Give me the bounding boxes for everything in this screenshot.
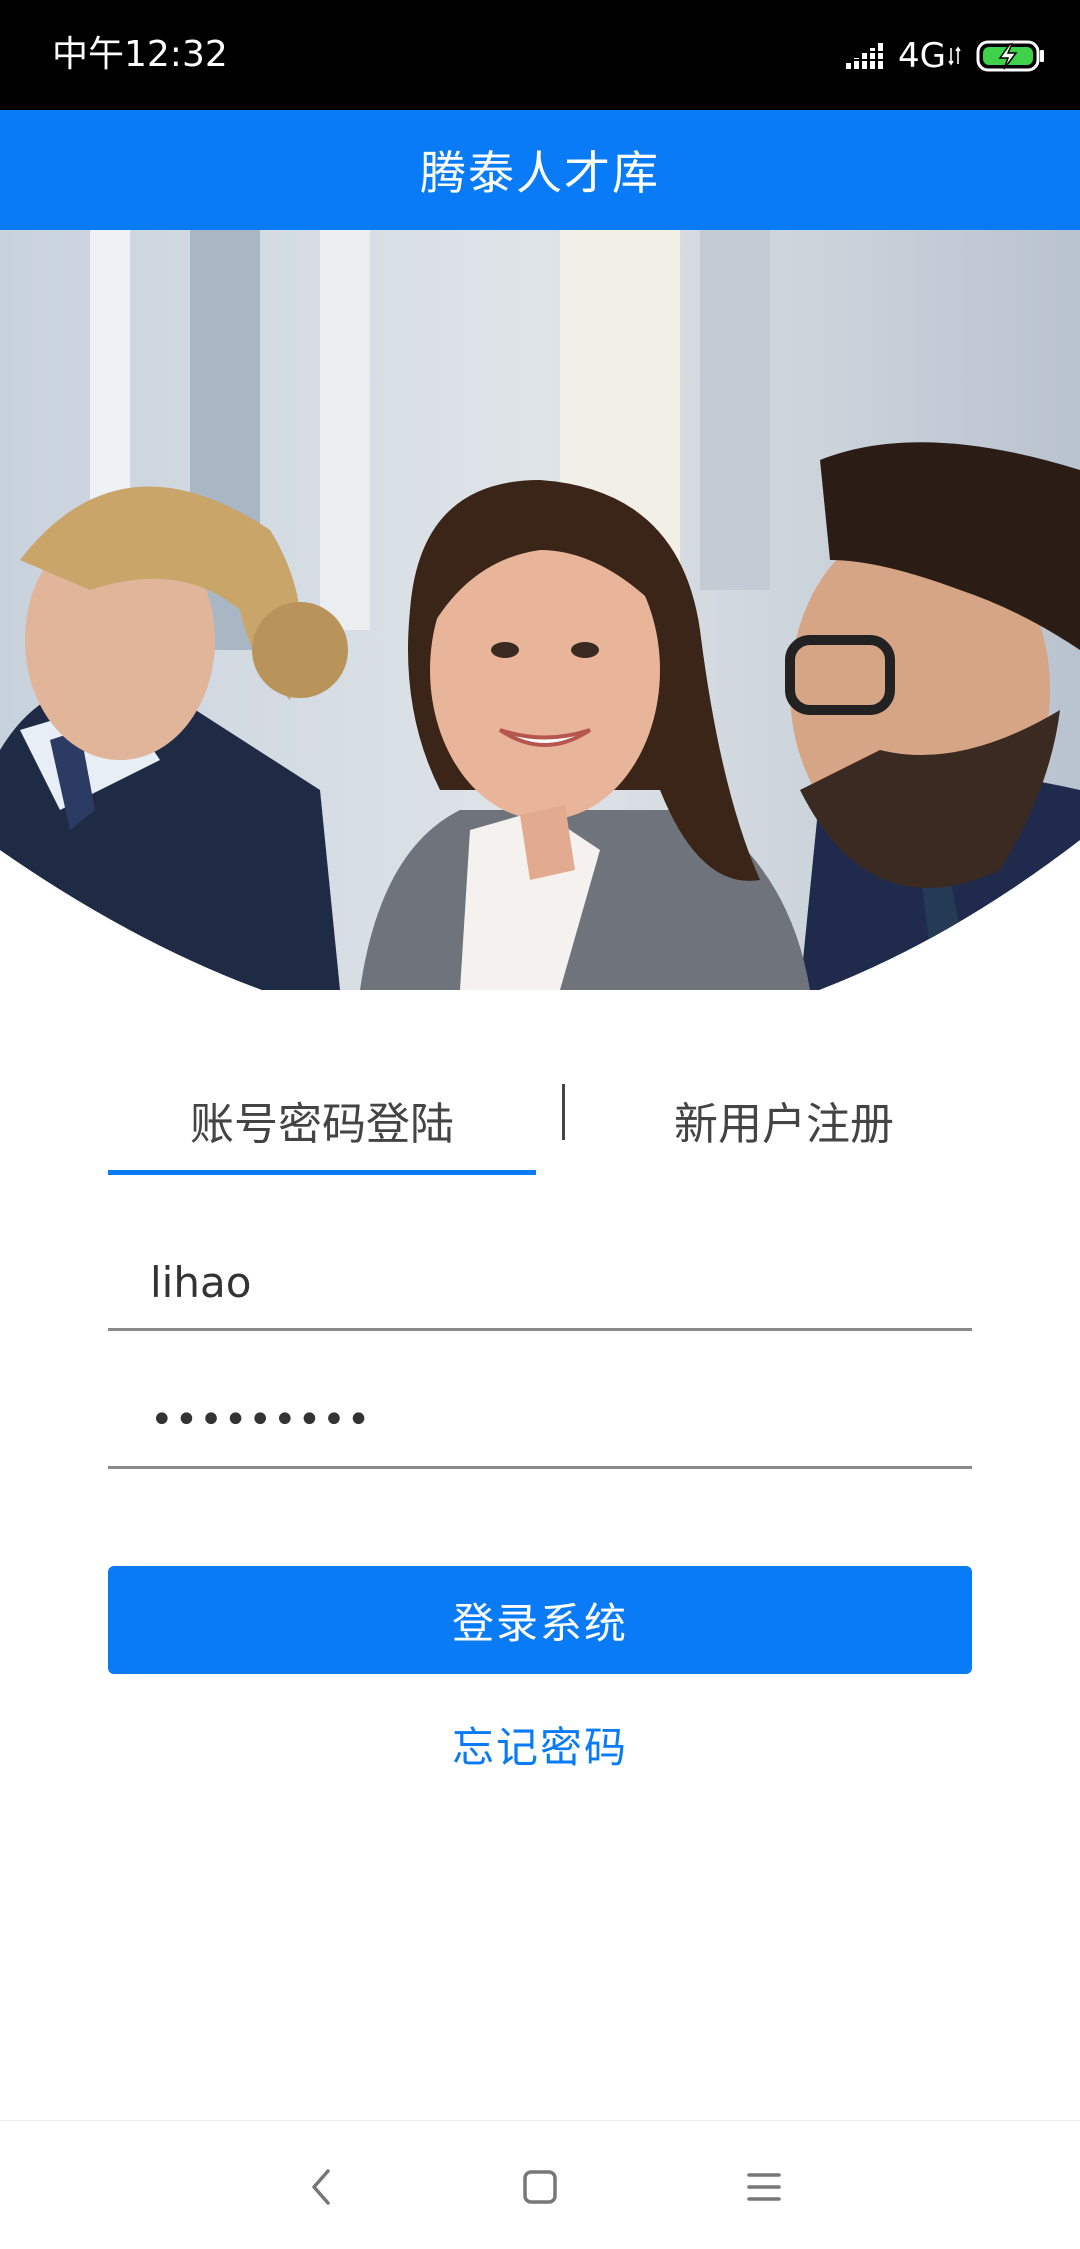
home-icon[interactable] [510,2157,570,2217]
password-input[interactable] [150,1374,950,1466]
tab-divider [562,1084,565,1140]
tab-new-user-register-label: 新用户注册 [674,1099,894,1150]
forgot-password-link[interactable]: 忘记密码 [0,1714,1080,1775]
battery-charging-icon [976,40,1044,72]
signal-icon [844,43,885,69]
password-field-container [108,1374,972,1469]
tab-account-login[interactable]: 账号密码登陆 [108,1068,536,1172]
status-icons: 4G [844,38,1046,74]
username-field-container [108,1236,972,1331]
network-type: 4G [898,36,946,76]
login-button[interactable]: 登录系统 [108,1566,972,1674]
page-title: 腾泰人才库 [420,146,660,200]
app-header: 腾泰人才库 [0,110,1080,230]
login-tabs: 账号密码登陆 新用户注册 [108,1068,972,1176]
menu-icon[interactable] [734,2157,794,2217]
status-time: 中午12:32 [52,34,228,75]
network-arrows-icon [948,46,961,66]
system-nav-bar [0,2120,1080,2249]
username-input[interactable] [150,1236,950,1328]
back-icon[interactable] [290,2157,350,2217]
active-tab-indicator [108,1170,536,1175]
hero-image [0,230,1080,990]
tab-account-login-label: 账号密码登陆 [190,1099,454,1150]
status-bar: 中午12:32 4G [0,0,1080,110]
tab-new-user-register[interactable]: 新用户注册 [596,1068,972,1172]
